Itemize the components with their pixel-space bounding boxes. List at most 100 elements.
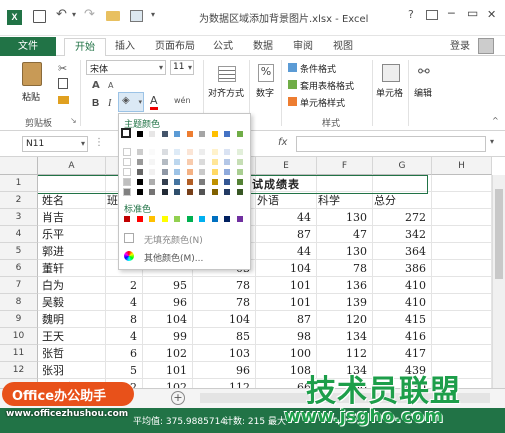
name-box-dropdown-icon[interactable]: ▾ <box>81 139 85 148</box>
theme-color-swatch[interactable] <box>173 130 181 138</box>
binoculars-icon[interactable]: ⚯ <box>418 64 430 80</box>
cell[interactable]: 张羽 <box>39 362 105 379</box>
theme-color-swatch[interactable] <box>235 168 244 176</box>
cell[interactable]: 272 <box>374 209 431 226</box>
theme-color-swatch[interactable] <box>210 178 219 186</box>
row-header[interactable]: 8 <box>0 294 38 311</box>
font-name-dropdown-icon[interactable]: ▾ <box>159 63 163 72</box>
name-box[interactable]: N11 ▾ <box>22 136 88 152</box>
select-all-corner[interactable] <box>0 157 38 175</box>
standard-color-swatch[interactable] <box>210 215 219 223</box>
cell[interactable]: 96 <box>144 294 192 311</box>
cell[interactable]: 99 <box>144 328 192 345</box>
cell[interactable]: 王天 <box>39 328 105 345</box>
close-button[interactable]: ✕ <box>487 8 496 21</box>
theme-color-swatch[interactable] <box>148 188 156 196</box>
theme-color-swatch[interactable] <box>223 168 231 176</box>
theme-color-swatch[interactable] <box>223 158 231 166</box>
theme-color-swatch[interactable] <box>135 158 144 166</box>
theme-color-swatch[interactable] <box>223 188 231 196</box>
theme-color-swatch[interactable] <box>135 130 144 138</box>
font-size-box[interactable]: 11 ▾ <box>170 60 194 75</box>
alignment-icon[interactable] <box>218 66 236 82</box>
font-size-dropdown-icon[interactable]: ▾ <box>188 63 192 72</box>
standard-color-swatch[interactable] <box>223 215 231 223</box>
theme-color-swatch[interactable] <box>198 178 206 186</box>
bold-button[interactable]: B <box>92 98 99 109</box>
italic-button[interactable]: I <box>108 98 111 109</box>
theme-color-swatch[interactable] <box>173 148 181 156</box>
tab-insert[interactable]: 插入 <box>110 38 140 55</box>
tab-view[interactable]: 视图 <box>328 38 358 55</box>
theme-color-swatch[interactable] <box>198 188 206 196</box>
theme-color-swatch[interactable] <box>123 188 131 196</box>
login-link[interactable]: 登录 <box>446 38 474 55</box>
standard-color-swatch[interactable] <box>148 215 156 223</box>
cell[interactable]: 姓名 <box>39 192 105 209</box>
column-header[interactable]: H <box>432 157 492 175</box>
theme-color-swatch[interactable] <box>148 168 156 176</box>
theme-color-swatch[interactable] <box>123 148 131 156</box>
cell[interactable]: 130 <box>318 209 372 226</box>
cell[interactable]: 102 <box>144 345 192 362</box>
minimize-button[interactable]: ─ <box>448 7 455 20</box>
theme-color-swatch[interactable] <box>160 168 169 176</box>
editing-button[interactable]: 编辑 <box>414 86 432 99</box>
paste-icon[interactable] <box>22 62 42 86</box>
theme-color-swatch[interactable] <box>210 188 219 196</box>
clipboard-launcher-icon[interactable]: ↘ <box>70 116 77 125</box>
cell[interactable]: 342 <box>374 226 431 243</box>
theme-color-swatch[interactable] <box>160 148 169 156</box>
theme-color-swatch[interactable] <box>198 158 206 166</box>
theme-color-swatch[interactable] <box>185 158 194 166</box>
cell[interactable]: 肖吉 <box>39 209 105 226</box>
cell[interactable]: 103 <box>194 345 255 362</box>
picture-icon[interactable] <box>130 10 143 22</box>
theme-color-swatch[interactable] <box>135 188 144 196</box>
restore-button[interactable]: ▭ <box>467 6 478 20</box>
cell[interactable]: 85 <box>194 328 255 345</box>
ribbon-display-icon[interactable] <box>426 10 438 20</box>
collapse-ribbon-icon[interactable]: ^ <box>492 116 499 125</box>
standard-color-swatch[interactable] <box>198 215 206 223</box>
cell[interactable]: 78 <box>318 260 372 277</box>
table-format-button[interactable]: 套用表格格式 <box>300 79 354 92</box>
cell[interactable]: 120 <box>318 311 372 328</box>
grow-font-button[interactable]: A <box>92 80 100 91</box>
standard-color-swatch[interactable] <box>135 215 144 223</box>
cell[interactable]: 乐平 <box>39 226 105 243</box>
percent-icon[interactable]: % <box>258 64 274 82</box>
theme-color-swatch[interactable] <box>135 178 144 186</box>
theme-color-swatch[interactable] <box>135 168 144 176</box>
cell[interactable]: 4 <box>107 328 142 345</box>
row-header[interactable]: 12 <box>0 362 38 379</box>
folder-icon[interactable] <box>106 11 120 21</box>
theme-color-swatch[interactable] <box>148 178 156 186</box>
cell[interactable]: 101 <box>257 294 316 311</box>
tab-data[interactable]: 数据 <box>248 38 278 55</box>
row-header[interactable]: 5 <box>0 243 38 260</box>
theme-color-swatch[interactable] <box>173 158 181 166</box>
theme-color-swatch[interactable] <box>198 168 206 176</box>
cell[interactable]: 130 <box>318 243 372 260</box>
cell[interactable]: 总分 <box>374 192 431 209</box>
cell[interactable]: 136 <box>318 277 372 294</box>
standard-color-swatch[interactable] <box>160 215 169 223</box>
theme-color-swatch[interactable] <box>123 158 131 166</box>
cell[interactable]: 100 <box>257 345 316 362</box>
quick-access-dropdown-icon[interactable]: ▾ <box>151 10 155 19</box>
theme-color-swatch[interactable] <box>123 168 131 176</box>
cell[interactable]: 6 <box>107 345 142 362</box>
theme-color-swatch[interactable] <box>235 158 244 166</box>
cell[interactable]: 44 <box>257 243 316 260</box>
cell[interactable]: 415 <box>374 311 431 328</box>
cell[interactable]: 张哲 <box>39 345 105 362</box>
theme-color-swatch[interactable] <box>148 158 156 166</box>
theme-color-swatch[interactable] <box>198 130 206 138</box>
expand-formula-icon[interactable]: ▾ <box>490 137 494 146</box>
cell[interactable]: 104 <box>194 311 255 328</box>
redo-icon[interactable]: ↷ <box>84 7 95 22</box>
column-header[interactable]: A <box>38 157 106 175</box>
theme-color-swatch[interactable] <box>210 158 219 166</box>
column-header[interactable]: G <box>373 157 432 175</box>
